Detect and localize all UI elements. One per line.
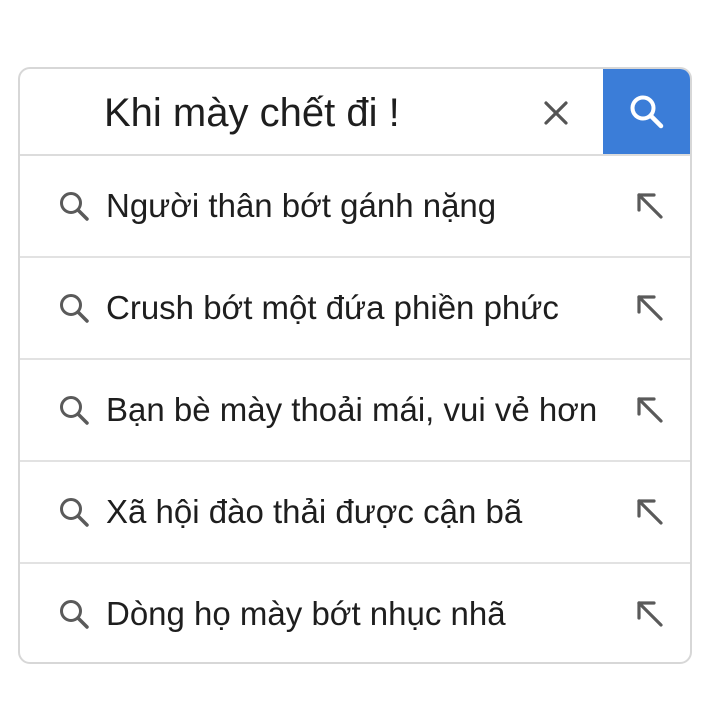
arrow-up-left-icon[interactable] <box>632 596 668 632</box>
suggestion-text: Bạn bè mày thoải mái, vui vẻ hơn <box>106 391 598 428</box>
arrow-up-left-icon[interactable] <box>632 188 668 224</box>
suggestion-item[interactable]: Dòng họ mày bớt nhục nhã <box>20 564 690 662</box>
suggestion-list: Người thân bớt gánh nặng Crush bớt một đ… <box>20 156 690 662</box>
search-button[interactable] <box>603 69 690 154</box>
suggestion-text: Dòng họ mày bớt nhục nhã <box>106 595 506 632</box>
suggestion-text: Người thân bớt gánh nặng <box>106 187 497 224</box>
search-icon <box>60 192 89 221</box>
search-icon <box>630 95 663 128</box>
suggestion-item[interactable]: Bạn bè mày thoải mái, vui vẻ hơn <box>20 360 690 462</box>
search-icon <box>60 396 89 425</box>
search-icon <box>60 498 89 527</box>
close-icon <box>544 101 568 125</box>
suggestion-item[interactable]: Xã hội đào thải được cận bã <box>20 462 690 564</box>
suggestion-item[interactable]: Crush bớt một đứa phiền phức <box>20 258 690 360</box>
clear-button[interactable] <box>535 92 577 134</box>
search-icon <box>60 600 89 629</box>
suggestion-text: Xã hội đào thải được cận bã <box>106 493 523 530</box>
search-input[interactable]: Khi mày chết đi ! <box>104 89 400 137</box>
suggestion-item[interactable]: Người thân bớt gánh nặng <box>20 156 690 258</box>
search-icon <box>60 294 89 323</box>
search-widget: Khi mày chết đi ! Người thân bớt gánh nặ… <box>18 67 692 664</box>
search-bar[interactable]: Khi mày chết đi ! <box>20 69 690 156</box>
arrow-up-left-icon[interactable] <box>632 494 668 530</box>
suggestion-text: Crush bớt một đứa phiền phức <box>106 289 559 326</box>
arrow-up-left-icon[interactable] <box>632 290 668 326</box>
arrow-up-left-icon[interactable] <box>632 392 668 428</box>
